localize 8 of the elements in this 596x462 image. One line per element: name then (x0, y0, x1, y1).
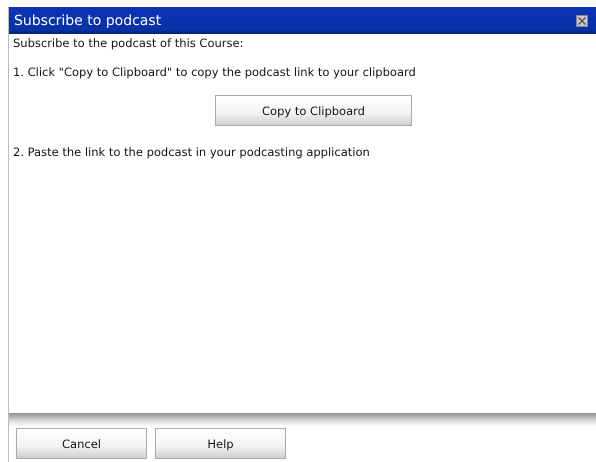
intro-text: Subscribe to the podcast of this Course: (13, 36, 244, 50)
dialog-button[interactable]: Help (155, 428, 286, 459)
step-text: 1. Click "Copy to Clipboard" to copy the podcast link to your clipboard (13, 65, 417, 79)
dialog-button[interactable]: Cancel (16, 428, 147, 459)
step-text: 2. Paste the link to the podcast in your podcasting application (13, 145, 371, 159)
window-title: Subscribe to podcast (14, 12, 162, 28)
copy-to-clipboard-button[interactable]: Copy to Clipboard (215, 95, 412, 126)
close-icon[interactable] (576, 14, 588, 26)
